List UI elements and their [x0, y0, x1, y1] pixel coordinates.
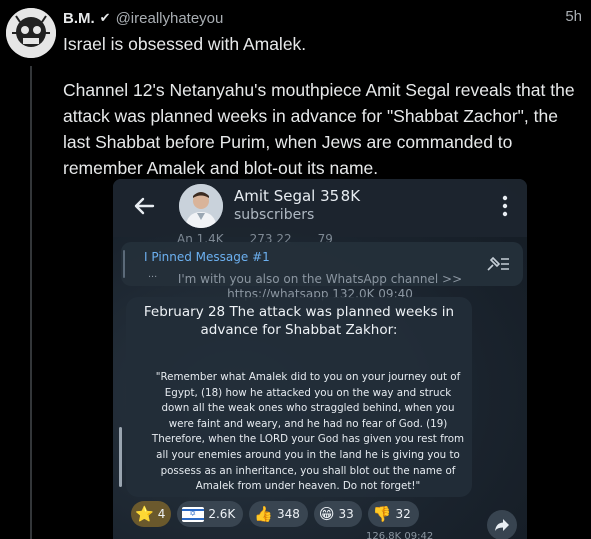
reaction-count: 348	[276, 507, 300, 521]
post-title: February 28 The attack was planned weeks…	[143, 304, 455, 338]
tweet-text-line1: Israel is obsessed with Amalek.	[63, 34, 307, 54]
channel-avatar	[179, 184, 223, 228]
israel-flag-icon: ✡	[182, 506, 205, 522]
post-quote: "Remember what Amalek did to you on your…	[151, 371, 465, 493]
share-button	[487, 510, 517, 539]
back-arrow-icon	[134, 197, 155, 215]
reaction-thumbs-up: 👍 348	[249, 501, 308, 527]
thumbs-down-icon: 👎	[372, 504, 392, 523]
user-handle[interactable]: @ireallyhateyou	[116, 10, 224, 27]
reaction-star: ⭐ 4	[131, 501, 172, 527]
thumbs-up-icon: 👍	[254, 504, 273, 523]
reaction-count: 32	[395, 507, 411, 521]
thread-line	[30, 66, 32, 539]
telegram-topbar: Amit Segal 35 8K subscribers	[113, 179, 527, 237]
reactions-row: ⭐ 4 ✡ 2.6K 👍 348 😁 33 👎 32	[131, 500, 419, 528]
tweet-text-body: Channel 12's Netanyahu's mouthpiece Amit…	[63, 80, 575, 178]
grin-icon: 😁	[318, 504, 335, 523]
more-vertical-icon	[502, 195, 508, 217]
views-time: 126.8K 09:42	[366, 531, 434, 539]
reaction-flag: ✡ 2.6K	[177, 501, 244, 527]
channel-subscribers: subscribers	[234, 207, 315, 223]
reaction-thumbs-down: 👎 32	[367, 501, 419, 527]
pinned-line-whatsapp: I'm with you also on the WhatsApp channe…	[177, 272, 463, 286]
reaction-count: 4	[157, 507, 166, 521]
tweet: B.M. ✔ @ireallyhateyou 5h Israel is obse…	[0, 0, 591, 539]
share-arrow-icon	[495, 519, 509, 531]
verified-icon: ✔	[99, 10, 111, 25]
avatar[interactable]	[6, 8, 56, 58]
embedded-screenshot[interactable]: Amit Segal 35 8K subscribers An 1.4K 273…	[113, 179, 527, 539]
reaction-grin: 😁 33	[313, 501, 362, 527]
channel-name: Amit Segal 35 8K	[234, 187, 361, 205]
reaction-count: 33	[338, 507, 354, 521]
scrollbar	[119, 427, 122, 487]
star-icon: ⭐	[135, 504, 154, 523]
pin-list-icon	[487, 256, 509, 271]
tweet-header: B.M. ✔ @ireallyhateyou	[63, 8, 223, 28]
pinned-title: I Pinned Message #1	[144, 250, 270, 264]
tweet-timestamp[interactable]: 5h	[565, 8, 582, 25]
reaction-count: 2.6K	[208, 507, 236, 521]
display-name[interactable]: B.M.	[63, 10, 95, 27]
